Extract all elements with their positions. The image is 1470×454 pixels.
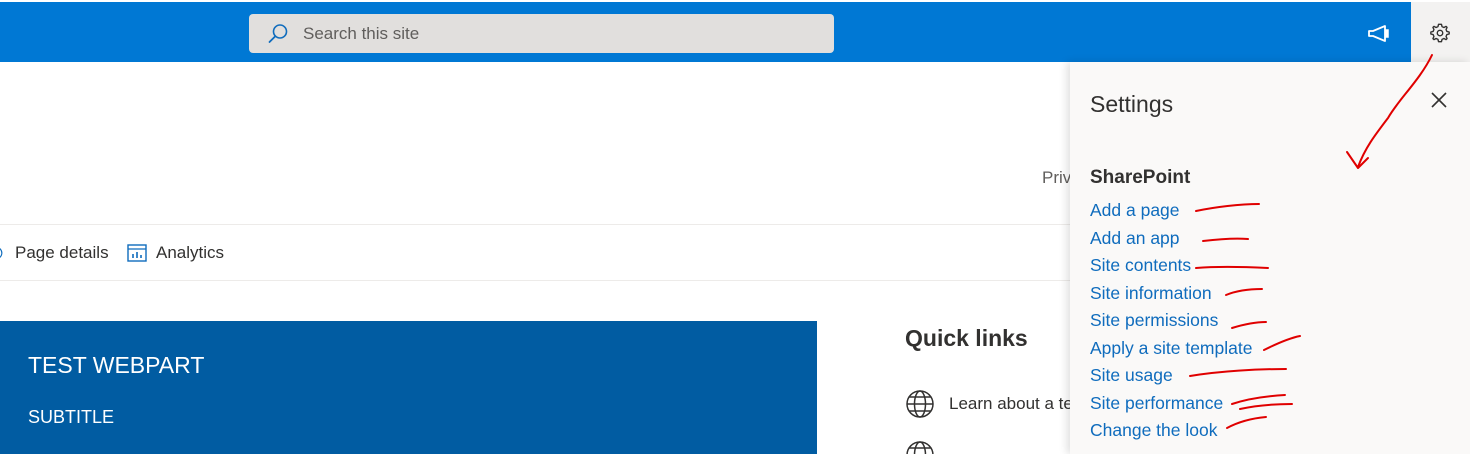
panel-title: Settings bbox=[1090, 91, 1174, 117]
search-input[interactable] bbox=[303, 14, 803, 53]
analytics-command[interactable]: Analytics bbox=[127, 240, 224, 266]
chart-icon bbox=[127, 244, 147, 262]
divider bbox=[0, 280, 1070, 281]
page-details-command[interactable]: Page details bbox=[0, 240, 109, 266]
divider bbox=[0, 224, 1070, 225]
gear-icon bbox=[1430, 23, 1450, 43]
analytics-label: Analytics bbox=[156, 243, 225, 262]
settings-panel: Settings SharePoint Add a page Add an ap… bbox=[1070, 62, 1470, 454]
sharepoint-heading: SharePoint bbox=[1090, 167, 1191, 188]
globe-icon bbox=[906, 441, 934, 454]
globe-icon bbox=[906, 390, 934, 418]
search-box[interactable] bbox=[249, 14, 834, 53]
quick-link-item[interactable]: Learn about a te bbox=[905, 389, 1070, 419]
close-icon[interactable] bbox=[1429, 90, 1449, 110]
settings-gear-button[interactable] bbox=[1411, 2, 1470, 64]
megaphone-icon[interactable] bbox=[1366, 22, 1392, 44]
search-icon bbox=[268, 24, 288, 43]
site-usage-link[interactable]: Site usage bbox=[1090, 362, 1252, 390]
site-contents-link[interactable]: Site contents bbox=[1090, 252, 1252, 280]
quick-link-label: Learn about a te bbox=[949, 394, 1070, 413]
page-details-label: Page details bbox=[15, 243, 109, 262]
suite-bar bbox=[0, 0, 1470, 64]
add-app-link[interactable]: Add an app bbox=[1090, 225, 1252, 253]
add-page-link[interactable]: Add a page bbox=[1090, 197, 1252, 225]
apply-site-template-link[interactable]: Apply a site template bbox=[1090, 335, 1252, 363]
webpart-title: TEST WEBPART bbox=[28, 352, 205, 378]
privacy-label: Priv bbox=[1042, 168, 1072, 187]
site-permissions-link[interactable]: Site permissions bbox=[1090, 307, 1252, 335]
site-performance-link[interactable]: Site performance bbox=[1090, 390, 1252, 418]
settings-links: Add a page Add an app Site contents Site… bbox=[1090, 197, 1252, 445]
gear-icon bbox=[0, 248, 3, 258]
quick-links-title: Quick links bbox=[905, 325, 1028, 351]
webpart-subtitle: SUBTITLE bbox=[28, 407, 115, 427]
site-information-link[interactable]: Site information bbox=[1090, 280, 1252, 308]
change-look-link[interactable]: Change the look bbox=[1090, 417, 1252, 445]
test-webpart: TEST WEBPART SUBTITLE bbox=[0, 321, 817, 454]
